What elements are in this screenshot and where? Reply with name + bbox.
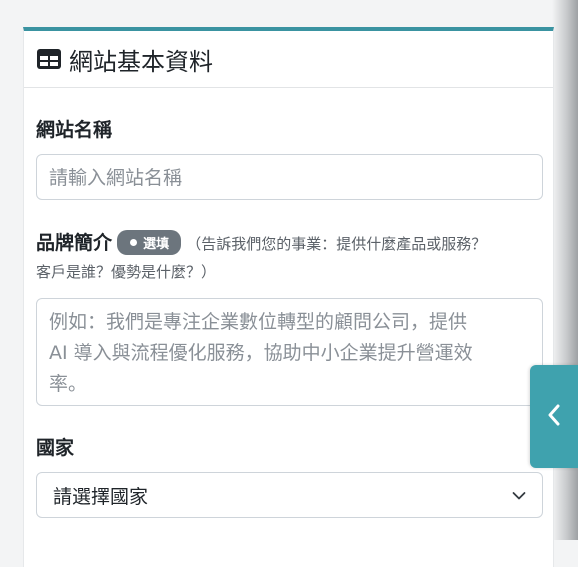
chevron-left-icon: [547, 404, 561, 430]
brand-intro-placeholder-2: AI 導入與流程優化服務，協助中小企業提升營運效: [49, 342, 473, 364]
site-name-label: 網站名稱: [36, 119, 113, 141]
optional-badge: 選填: [117, 230, 182, 255]
brand-intro-label: 品牌簡介: [36, 232, 113, 254]
site-name-input[interactable]: 請輸入網站名稱: [36, 154, 543, 200]
brand-intro-placeholder-3: 率。: [49, 373, 88, 395]
table-icon: [36, 48, 62, 70]
brand-intro-textarea[interactable]: 例如：我們是專注企業數位轉型的顧問公司，提供 AI 導入與流程優化服務，協助中小…: [36, 298, 543, 406]
brand-intro-hint-2: 客戶是誰？優勢是什麼？）: [36, 263, 217, 281]
country-label: 國家: [36, 437, 75, 459]
site-info-card: 網站基本資料 網站名稱 請輸入網站名稱 品牌簡介 選填 （告訴我們您的事業：提供…: [23, 27, 554, 567]
card-title: 網站基本資料: [69, 47, 213, 76]
brand-intro-label-row: 品牌簡介 選填 （告訴我們您的事業：提供什麼產品或服務？: [36, 228, 543, 257]
site-name-placeholder: 請輸入網站名稱: [49, 167, 183, 189]
optional-badge-text: 選填: [143, 237, 170, 252]
card-header: 網站基本資料: [24, 31, 553, 88]
sidebar-toggle-button[interactable]: [530, 365, 578, 468]
country-selected-value: 請選擇國家: [53, 485, 149, 508]
brand-intro-hint-1: （告訴我們您的事業：提供什麼產品或服務？: [186, 235, 487, 253]
country-select[interactable]: 請選擇國家: [36, 472, 543, 518]
badge-dot: [130, 239, 138, 246]
brand-intro-placeholder-1: 例如：我們是專注企業數位轉型的顧問公司，提供: [49, 311, 468, 333]
chevron-down-icon: [512, 486, 526, 505]
